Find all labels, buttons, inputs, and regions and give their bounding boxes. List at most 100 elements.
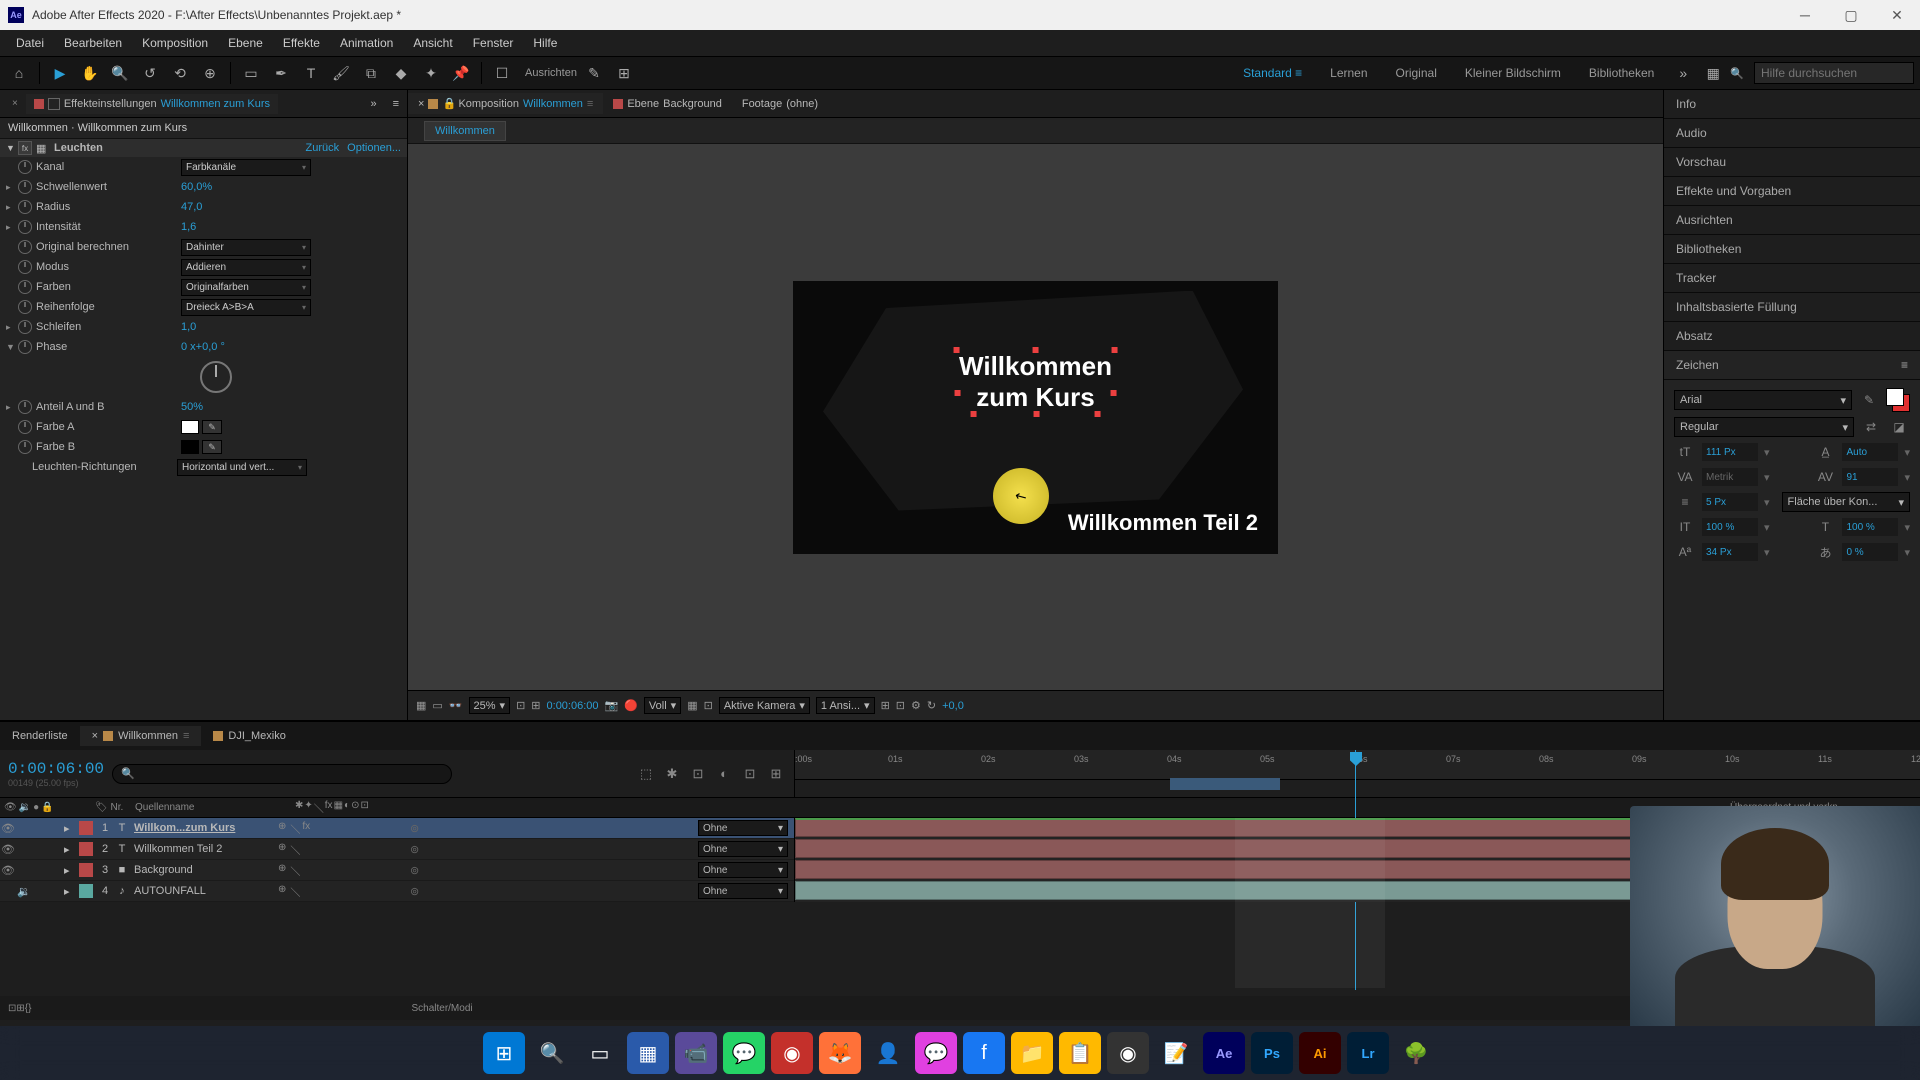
stopwatch-icon[interactable]	[18, 200, 32, 214]
visibility-toggle-icon[interactable]: 👁	[0, 822, 16, 835]
pen-tool-icon[interactable]: ✒	[268, 60, 294, 86]
timeline-tab-mexiko[interactable]: DJI_Mexiko	[201, 726, 297, 746]
snap-checkbox[interactable]: ☐	[489, 60, 515, 86]
stopwatch-icon[interactable]	[18, 300, 32, 314]
taskbar-app-icon[interactable]: 🌳	[1395, 1032, 1437, 1074]
selected-text-layer[interactable]: Willkommen zum Kurs	[959, 351, 1112, 413]
minimize-button[interactable]: ─	[1782, 0, 1828, 30]
prop-intensitaet-value[interactable]: 1,6	[181, 221, 196, 233]
taskbar-app-icon[interactable]: ◉	[771, 1032, 813, 1074]
taskbar-obs-icon[interactable]: ◉	[1107, 1032, 1149, 1074]
roto-tool-icon[interactable]: ✦	[418, 60, 444, 86]
timeline-layer-row[interactable]: 👁 ▸ 2 T Willkommen Teil 2 ⊕＼ ⊚ Ohne▾	[0, 839, 794, 860]
eyedropper-b-icon[interactable]: ✎	[202, 440, 222, 454]
audio-toggle-icon[interactable]: 🔉	[16, 885, 32, 898]
mask-icon[interactable]: ▭	[432, 699, 442, 712]
panel-fuellung[interactable]: Inhaltsbasierte Füllung	[1664, 293, 1920, 322]
eraser-tool-icon[interactable]: ◆	[388, 60, 414, 86]
panel-zeichen-header[interactable]: Zeichen≡	[1664, 351, 1920, 380]
layer-color-icon[interactable]	[79, 863, 93, 877]
pickwhip-icon[interactable]: ⊚	[410, 864, 430, 877]
composition-viewer[interactable]: Willkommen zum Kurs Willkommen Teil 2	[408, 144, 1663, 690]
stamp-tool-icon[interactable]: ⧉	[358, 60, 384, 86]
lock-icon[interactable]	[48, 98, 60, 110]
stroke-swap-icon[interactable]: ⇄	[1860, 417, 1882, 437]
prop-schwelle-value[interactable]: 60,0%	[181, 181, 212, 193]
menu-fenster[interactable]: Fenster	[463, 32, 524, 54]
menu-datei[interactable]: Datei	[6, 32, 54, 54]
switches-toggle[interactable]: Schalter/Modi	[411, 1003, 472, 1014]
3d-icon[interactable]: 👓	[449, 699, 463, 712]
rotation-tool-icon[interactable]: ⟲	[167, 60, 193, 86]
layer-color-icon[interactable]	[79, 821, 93, 835]
panel-menu-icon[interactable]: ≡	[1901, 358, 1908, 372]
resolution-dropdown[interactable]: Voll▾	[644, 697, 681, 714]
workspace-bibliotheken[interactable]: Bibliotheken	[1577, 62, 1666, 84]
pickwhip-icon[interactable]: ⊚	[410, 885, 430, 898]
leading-field[interactable]: Auto	[1842, 443, 1898, 461]
stopwatch-icon[interactable]	[18, 280, 32, 294]
panel-ausrichten[interactable]: Ausrichten	[1664, 206, 1920, 235]
timeline-layer-row[interactable]: 🔉 ▸ 4 ♪ AUTOUNFALL ⊕＼ ⊚ Ohne▾	[0, 881, 794, 902]
panel-absatz[interactable]: Absatz	[1664, 322, 1920, 351]
timeline-tab-renderliste[interactable]: Renderliste	[0, 726, 80, 746]
stopwatch-icon[interactable]	[18, 420, 32, 434]
tl-footer-icon[interactable]: ⊡	[8, 1003, 16, 1014]
stopwatch-icon[interactable]	[18, 320, 32, 334]
hand-tool-icon[interactable]: ✋	[77, 60, 103, 86]
menu-animation[interactable]: Animation	[330, 32, 403, 54]
tl-footer-icon[interactable]: ⊞	[16, 1003, 24, 1014]
tl-tool-icon[interactable]: ⊞	[766, 764, 786, 784]
grid-icon[interactable]: ⊞	[531, 699, 540, 712]
prop-farben-dropdown[interactable]: Originalfarben▾	[181, 279, 311, 296]
vf-icon[interactable]: ↻	[927, 699, 936, 712]
text-color-picker[interactable]	[1886, 388, 1910, 412]
menu-bearbeiten[interactable]: Bearbeiten	[54, 32, 132, 54]
roi-icon[interactable]: ⊡	[704, 699, 713, 712]
menu-effekte[interactable]: Effekte	[273, 32, 330, 54]
transparency-icon[interactable]: ▦	[687, 699, 697, 712]
comp-toggle-icon[interactable]: ▦	[36, 142, 50, 155]
vf-icon[interactable]: ⊡	[896, 699, 905, 712]
orbit-tool-icon[interactable]: ↺	[137, 60, 163, 86]
menu-ansicht[interactable]: Ansicht	[403, 32, 462, 54]
taskbar-ps-icon[interactable]: Ps	[1251, 1032, 1293, 1074]
prop-anteil-value[interactable]: 50%	[181, 401, 203, 413]
font-family-dropdown[interactable]: Arial▾	[1674, 390, 1852, 410]
taskbar-app-icon[interactable]: 📋	[1059, 1032, 1101, 1074]
color-b-swatch[interactable]	[181, 440, 199, 454]
taskbar-app-icon[interactable]: 👤	[867, 1032, 909, 1074]
timeline-layer-row[interactable]: 👁 ▸ 3 ■ Background ⊕＼ ⊚ Ohne▾	[0, 860, 794, 881]
layer-name[interactable]: Willkommen Teil 2	[130, 843, 270, 855]
comp-tab-willkommen[interactable]: × 🔒 Komposition Willkommen ≡	[408, 93, 603, 114]
maximize-button[interactable]: ▢	[1828, 0, 1874, 30]
taskbar-explorer-icon[interactable]: 📁	[1011, 1032, 1053, 1074]
exposure-value[interactable]: +0,0	[942, 700, 964, 712]
panel-menu-icon[interactable]: ≡	[385, 94, 407, 114]
zoom-tool-icon[interactable]: 🔍	[107, 60, 133, 86]
stopwatch-icon[interactable]	[18, 340, 32, 354]
visibility-toggle-icon[interactable]: 👁	[0, 864, 16, 877]
taskbar-messenger-icon[interactable]: 💬	[915, 1032, 957, 1074]
panel-audio[interactable]: Audio	[1664, 119, 1920, 148]
taskbar-ai-icon[interactable]: Ai	[1299, 1032, 1341, 1074]
taskbar-app-icon[interactable]: ▦	[627, 1032, 669, 1074]
zoom-dropdown[interactable]: 25%▾	[469, 697, 511, 714]
snapshot-icon[interactable]: 📷	[605, 699, 619, 712]
snap-options-icon[interactable]: ✎	[581, 60, 607, 86]
prop-richtungen-dropdown[interactable]: Horizontal und vert...▾	[177, 459, 307, 476]
effect-reset-link[interactable]: Zurück	[306, 142, 340, 154]
visibility-toggle-icon[interactable]: 👁	[0, 843, 16, 856]
prop-reihenfolge-dropdown[interactable]: Dreieck A>B>A▾	[181, 299, 311, 316]
col-speaker-icon[interactable]: 🔉	[19, 802, 31, 813]
hscale-field[interactable]: 100 %	[1842, 518, 1898, 536]
layer-name[interactable]: AUTOUNFALL	[130, 885, 270, 897]
panel-vorschau[interactable]: Vorschau	[1664, 148, 1920, 177]
panel-effekte[interactable]: Effekte und Vorgaben	[1664, 177, 1920, 206]
timeline-tab-willkommen[interactable]: ×Willkommen≡	[80, 726, 202, 746]
no-fill-icon[interactable]: ◪	[1888, 417, 1910, 437]
prop-radius-value[interactable]: 47,0	[181, 201, 202, 213]
fx-toggle-icon[interactable]: fx	[18, 141, 32, 155]
workspace-overflow-icon[interactable]: »	[1670, 60, 1696, 86]
prop-schleifen-value[interactable]: 1,0	[181, 321, 196, 333]
